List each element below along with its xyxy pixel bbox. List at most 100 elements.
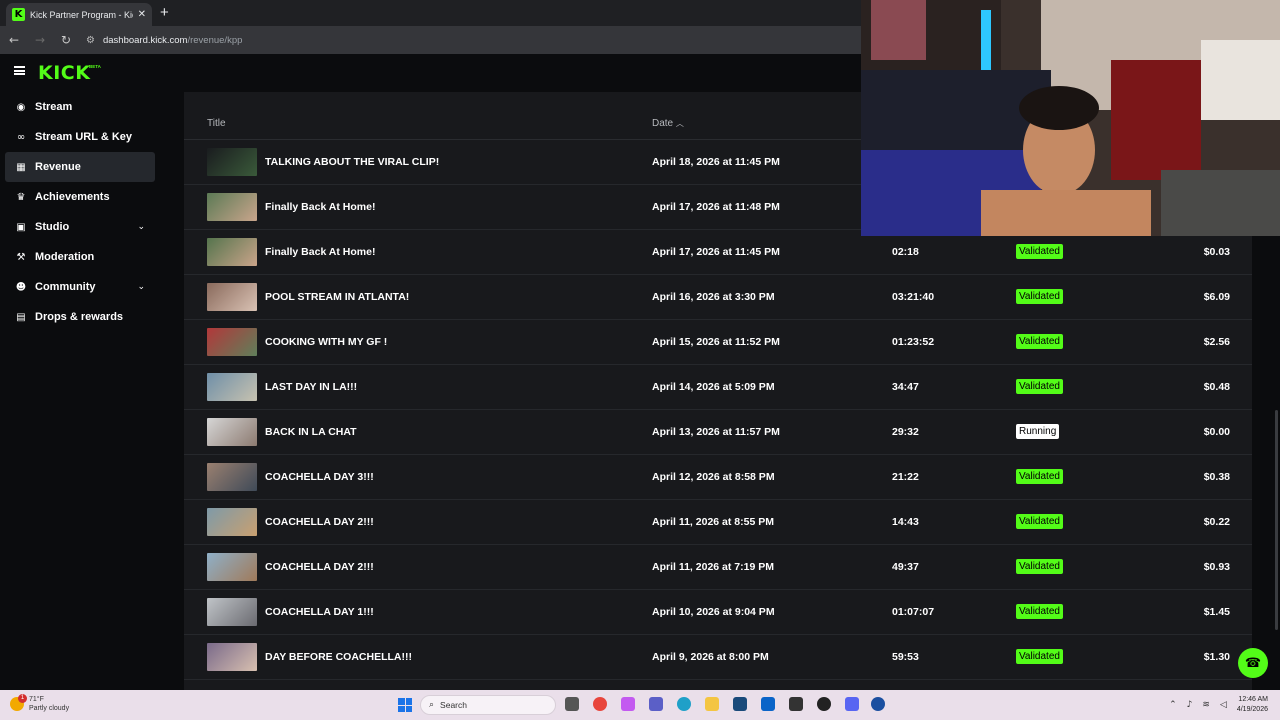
outlook-icon[interactable] <box>761 697 775 711</box>
table-row[interactable]: LAST DAY IN LA!!! April 14, 2026 at 5:09 … <box>184 365 1252 410</box>
sidebar-item-drops-rewards[interactable]: ▤ Drops & rewards <box>5 302 155 332</box>
table-row[interactable]: POOL STREAM IN ATLANTA! April 16, 2026 at… <box>184 275 1252 320</box>
sidebar-item-achievements[interactable]: ♛ Achievements <box>5 182 155 212</box>
ea-icon[interactable] <box>871 697 885 711</box>
reload-icon[interactable]: ↻ <box>60 33 72 47</box>
chevron-down-icon[interactable]: ⌄ <box>137 282 145 292</box>
store-icon[interactable] <box>733 697 747 711</box>
row-date: April 13, 2026 at 11:57 PM <box>652 426 780 438</box>
obs-icon[interactable] <box>789 697 803 711</box>
kick-favicon-icon: K <box>12 8 25 21</box>
table-row[interactable]: COOKING WITH MY GF ! April 15, 2026 at 11… <box>184 320 1252 365</box>
row-duration: 34:47 <box>892 381 919 393</box>
sidebar-item-label: Achievements <box>35 191 110 203</box>
row-duration: 01:07:07 <box>892 606 935 618</box>
row-title: COACHELLA DAY 2!!! <box>265 561 374 573</box>
sidebar-item-label: Revenue <box>35 161 81 173</box>
stream-thumbnail[interactable] <box>207 418 257 446</box>
sidebar-item-stream[interactable]: ◉ Stream <box>5 92 155 122</box>
chevron-up-icon[interactable]: ⌃ <box>1169 700 1177 710</box>
row-amount: $1.30 <box>1203 651 1230 663</box>
kick-logo[interactable]: KICK <box>38 62 90 84</box>
table-row[interactable]: COACHELLA DAY 2!!! April 11, 2026 at 7:19… <box>184 545 1252 590</box>
app-icon[interactable] <box>817 697 831 711</box>
row-amount: $0.00 <box>1203 426 1230 438</box>
forward-arrow-icon[interactable]: → <box>34 33 46 47</box>
row-date: April 16, 2026 at 3:30 PM <box>652 291 775 303</box>
volume-icon[interactable]: ◁ <box>1220 700 1227 710</box>
chrome-icon[interactable] <box>593 697 607 711</box>
row-title: COACHELLA DAY 2!!! <box>265 516 374 528</box>
stream-thumbnail[interactable] <box>207 643 257 671</box>
scrollbar-thumb[interactable] <box>1275 410 1278 630</box>
status-badge: Validated <box>1016 559 1063 574</box>
stream-thumbnail[interactable] <box>207 193 257 221</box>
clock[interactable]: 12:46 AM 4/19/2026 <box>1237 695 1268 715</box>
url-field[interactable]: ⚙ dashboard.kick.com/revenue/kpp <box>86 35 242 46</box>
chevron-down-icon[interactable]: ⌄ <box>137 222 145 232</box>
table-row[interactable]: COACHELLA DAY 1!!! April 10, 2026 at 9:04… <box>184 590 1252 635</box>
wifi-icon[interactable]: ≋ <box>1202 700 1210 710</box>
system-tray: ⌃ ♪ ≋ ◁ 12:46 AM 4/19/2026 <box>1169 695 1268 715</box>
stream-thumbnail[interactable] <box>207 598 257 626</box>
back-arrow-icon[interactable]: ← <box>8 33 20 47</box>
row-date: April 15, 2026 at 11:52 PM <box>652 336 780 348</box>
sidebar-item-label: Drops & rewards <box>35 311 124 323</box>
table-row[interactable]: BACK IN LA CHAT April 13, 2026 at 11:57 P… <box>184 410 1252 455</box>
table-row[interactable]: COACHELLA DAY 2!!! April 11, 2026 at 8:55… <box>184 500 1252 545</box>
stream-thumbnail[interactable] <box>207 508 257 536</box>
url-path: /revenue/kpp <box>187 34 243 46</box>
stream-thumbnail[interactable] <box>207 283 257 311</box>
table-row[interactable]: Finally Back At Home! April 17, 2026 at 1… <box>184 230 1252 275</box>
column-header-title[interactable]: Title <box>207 118 226 129</box>
teams-icon[interactable] <box>649 697 663 711</box>
sidebar-item-moderation[interactable]: ⚒ Moderation <box>5 242 155 272</box>
windows-start-icon[interactable] <box>398 698 412 712</box>
table-row[interactable]: COACHELLA DAY 3!!! April 12, 2026 at 8:58… <box>184 455 1252 500</box>
sidebar-item-community[interactable]: ☻ Community ⌄ <box>5 272 155 302</box>
support-chat-icon[interactable]: ☎ <box>1238 648 1268 678</box>
table-row[interactable]: DAY BEFORE COACHELLA!!! April 9, 2026 at … <box>184 635 1252 680</box>
row-date: April 17, 2026 at 11:48 PM <box>652 201 780 213</box>
browser-tab[interactable]: K Kick Partner Program - Kick Da ✕ <box>6 3 152 26</box>
stream-thumbnail[interactable] <box>207 553 257 581</box>
row-amount: $0.22 <box>1203 516 1230 528</box>
notification-badge: 1 <box>18 694 27 703</box>
row-amount: $0.03 <box>1203 246 1230 258</box>
row-date: April 11, 2026 at 8:55 PM <box>652 516 774 528</box>
row-amount: $0.48 <box>1203 381 1230 393</box>
column-header-date-label: Date <box>652 118 674 129</box>
new-tab-button[interactable]: + <box>160 4 169 21</box>
microphone-icon[interactable]: ♪ <box>1187 700 1193 710</box>
stream-thumbnail[interactable] <box>207 148 257 176</box>
task-view-icon[interactable] <box>565 697 579 711</box>
stream-thumbnail[interactable] <box>207 463 257 491</box>
row-title: Finally Back At Home! <box>265 246 376 258</box>
copilot-icon[interactable] <box>621 697 635 711</box>
column-header-date[interactable]: Date ︿ <box>652 118 684 129</box>
status-badge: Validated <box>1016 469 1063 484</box>
row-amount: $6.09 <box>1203 291 1230 303</box>
taskbar-search[interactable]: ⌕ Search <box>420 695 556 715</box>
status-badge: Validated <box>1016 289 1063 304</box>
sidebar-item-revenue[interactable]: ▦ Revenue <box>5 152 155 182</box>
broadcast-icon: ◉ <box>16 101 26 113</box>
weather-widget[interactable]: 1 71°F Partly cloudy <box>10 694 69 713</box>
sort-ascending-icon: ︿ <box>675 119 684 128</box>
discord-icon[interactable] <box>845 697 859 711</box>
sidebar-item-stream-url-key[interactable]: ∞ Stream URL & Key <box>5 122 155 152</box>
row-duration: 03:21:40 <box>892 291 935 303</box>
menu-hamburger-icon[interactable] <box>14 66 25 75</box>
sidebar-item-studio[interactable]: ▣ Studio ⌄ <box>5 212 155 242</box>
row-amount: $1.45 <box>1203 606 1230 618</box>
row-title: COACHELLA DAY 3!!! <box>265 471 374 483</box>
stream-thumbnail[interactable] <box>207 238 257 266</box>
row-date: April 10, 2026 at 9:04 PM <box>652 606 775 618</box>
file-explorer-icon[interactable] <box>705 697 719 711</box>
close-tab-icon[interactable]: ✕ <box>138 9 146 20</box>
edge-icon[interactable] <box>677 697 691 711</box>
stream-thumbnail[interactable] <box>207 328 257 356</box>
stream-thumbnail[interactable] <box>207 373 257 401</box>
site-info-icon[interactable]: ⚙ <box>86 35 95 46</box>
status-badge: Validated <box>1016 334 1063 349</box>
